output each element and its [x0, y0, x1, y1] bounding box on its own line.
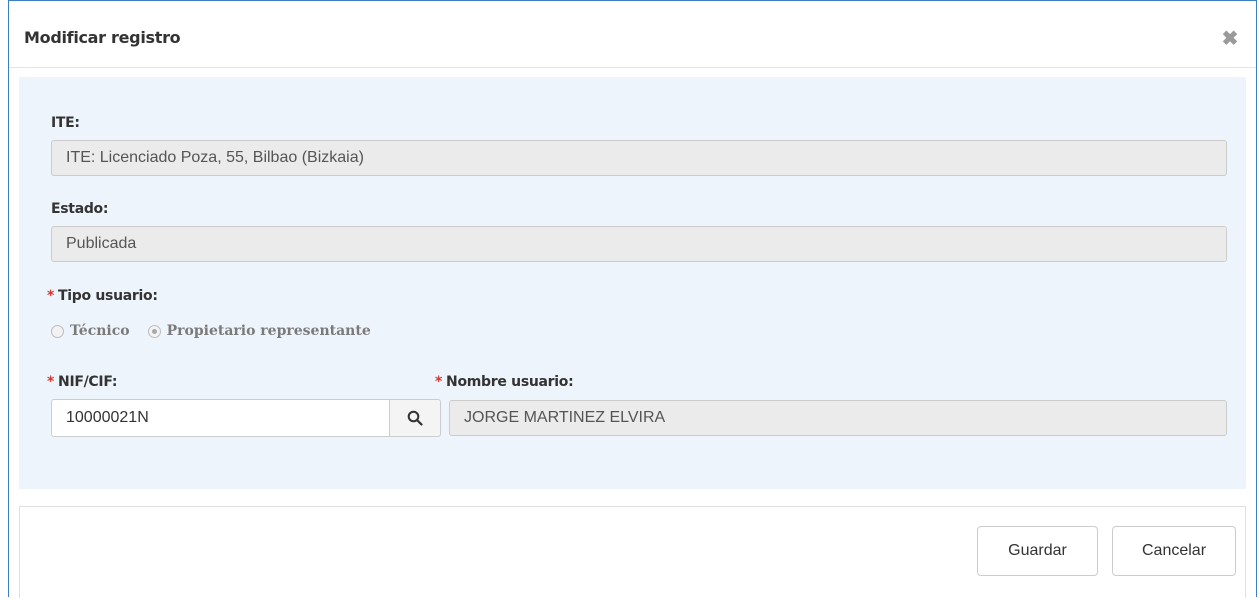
- modal-title: Modificar registro: [24, 28, 181, 47]
- modal-footer: Guardar Cancelar: [19, 506, 1246, 598]
- nif-search-button[interactable]: [390, 399, 441, 437]
- required-mark: *: [435, 374, 443, 390]
- tipo-usuario-label-text: Tipo usuario:: [58, 288, 158, 304]
- radio-tecnico-label[interactable]: Técnico: [70, 323, 130, 339]
- estado-label: Estado:: [51, 201, 109, 217]
- cancel-button[interactable]: Cancelar: [1112, 526, 1236, 576]
- required-mark: *: [47, 374, 55, 390]
- close-icon[interactable]: ✖: [1220, 29, 1240, 49]
- nombre-usuario-label: * Nombre usuario:: [435, 374, 574, 390]
- nif-input[interactable]: 10000021N: [51, 399, 390, 437]
- nif-label: * NIF/CIF:: [47, 374, 117, 390]
- radio-tecnico[interactable]: [51, 324, 64, 338]
- tipo-usuario-label: * Tipo usuario:: [47, 288, 158, 304]
- radio-propietario-representante[interactable]: [147, 324, 161, 338]
- search-icon: [407, 410, 423, 426]
- ite-field[interactable]: ITE: Licenciado Poza, 55, Bilbao (Bizkai…: [51, 140, 1227, 176]
- nombre-usuario-field[interactable]: JORGE MARTINEZ ELVIRA: [449, 400, 1227, 436]
- save-button[interactable]: Guardar: [977, 526, 1098, 576]
- modal-dialog: Modificar registro ✖ ITE: ITE: Licenciad…: [8, 0, 1257, 598]
- tipo-usuario-radio-group: Técnico Propietario representante: [51, 323, 371, 339]
- radio-propietario-label[interactable]: Propietario representante: [167, 323, 371, 339]
- required-mark: *: [47, 288, 55, 304]
- nif-label-text: NIF/CIF:: [58, 374, 118, 390]
- modal-body: ITE: ITE: Licenciado Poza, 55, Bilbao (B…: [19, 77, 1246, 489]
- estado-field[interactable]: Publicada: [51, 226, 1227, 262]
- modal-header: Modificar registro ✖: [9, 1, 1256, 68]
- nombre-usuario-label-text: Nombre usuario:: [446, 374, 574, 390]
- ite-label: ITE:: [51, 115, 80, 131]
